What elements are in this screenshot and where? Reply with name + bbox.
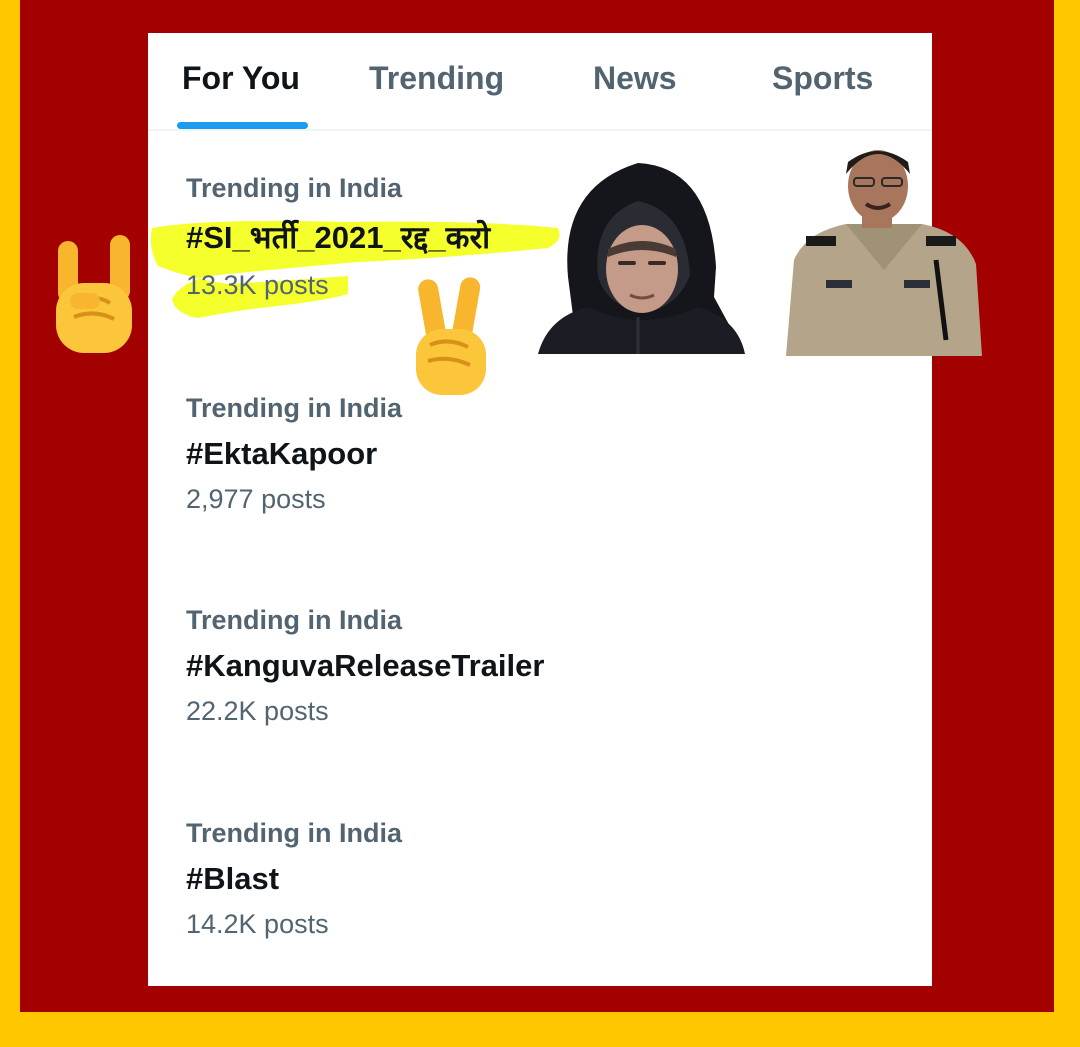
trend-context: Trending in India <box>186 818 402 848</box>
tab-sports[interactable]: Sports <box>772 60 873 97</box>
trend-context: Trending in India <box>186 393 402 423</box>
trend-hashtag[interactable]: #Blast <box>186 861 402 897</box>
tab-for-you[interactable]: For You <box>182 60 300 97</box>
trend-hashtag[interactable]: #SI_भर्ती_2021_रद्द_करो <box>186 216 490 258</box>
active-tab-indicator <box>177 122 308 129</box>
trend-context: Trending in India <box>186 173 402 203</box>
trend-post-count: 14.2K posts <box>186 909 329 939</box>
police-officer-photo <box>786 150 982 356</box>
trend-item[interactable]: Trending in India #EktaKapoor 2,977 post… <box>186 393 402 515</box>
tab-trending[interactable]: Trending <box>369 60 504 97</box>
trend-item[interactable]: Trending in India #SI_भर्ती_2021_रद्द_कर… <box>186 173 490 301</box>
tab-bar: For You Trending News Sports <box>148 33 932 131</box>
trend-hashtag[interactable]: #KanguvaReleaseTrailer <box>186 648 544 684</box>
tab-news[interactable]: News <box>593 60 677 97</box>
trend-post-count: 2,977 posts <box>186 484 326 514</box>
trend-post-count: 13.3K posts <box>186 270 329 300</box>
rock-on-hand-emoji <box>56 235 132 353</box>
hooded-man-photo <box>538 163 745 354</box>
trend-item[interactable]: Trending in India #KanguvaReleaseTrailer… <box>186 605 544 727</box>
trend-hashtag[interactable]: #EktaKapoor <box>186 436 402 472</box>
trend-post-count: 22.2K posts <box>186 696 329 726</box>
trend-context: Trending in India <box>186 605 402 635</box>
trend-item[interactable]: Trending in India #Blast 14.2K posts <box>186 818 402 940</box>
